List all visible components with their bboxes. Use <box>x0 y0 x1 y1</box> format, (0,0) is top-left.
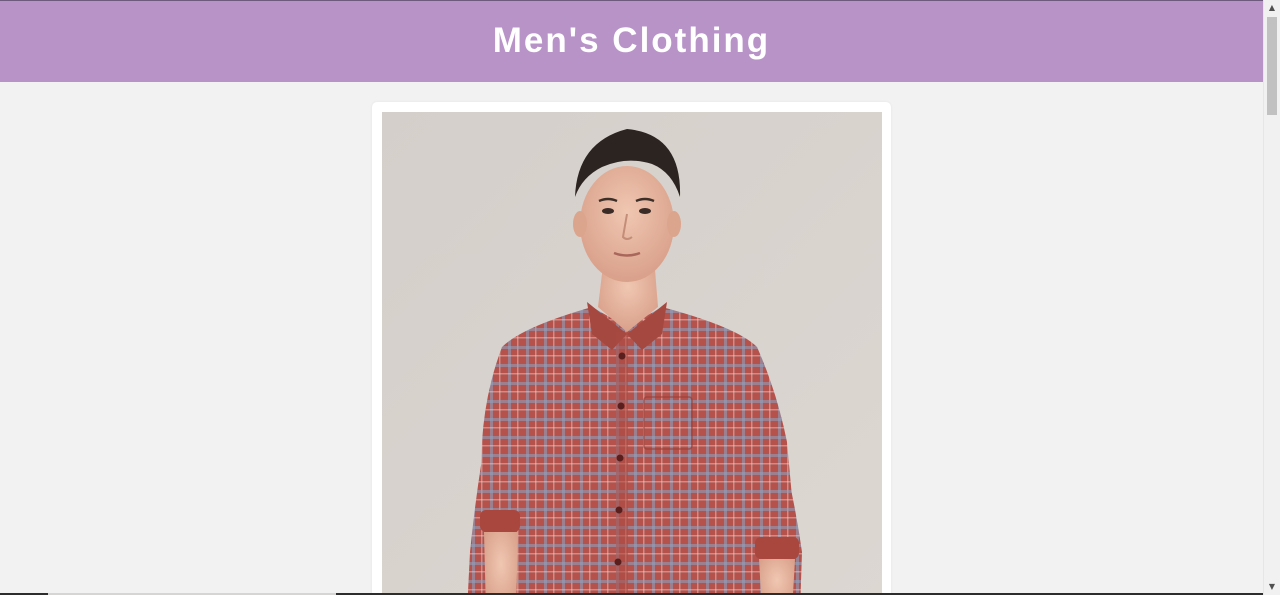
product-card[interactable] <box>372 102 891 595</box>
scrollbar-thumb[interactable] <box>1267 17 1277 115</box>
site-header: Men's Clothing <box>0 1 1263 82</box>
page-title: Men's Clothing <box>492 20 771 60</box>
product-image[interactable] <box>382 112 882 595</box>
scroll-down-icon[interactable]: ▼ <box>1264 579 1280 595</box>
vertical-scrollbar[interactable]: ▲ ▼ <box>1263 0 1280 595</box>
product-photo <box>382 112 882 595</box>
scroll-up-icon[interactable]: ▲ <box>1264 0 1280 16</box>
page: Men's Clothing ▲ ▼ <box>0 0 1280 595</box>
